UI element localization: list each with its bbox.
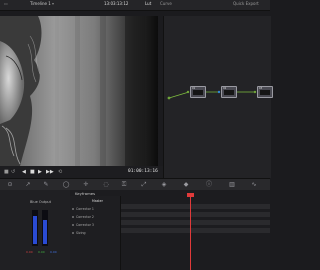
stop-button[interactable]: ■ — [30, 169, 35, 175]
key-icon[interactable]: ⚿ — [120, 181, 128, 189]
keyframe-track[interactable] — [121, 204, 270, 209]
viewer-timecode-top: 13:03:13:12 — [104, 1, 129, 6]
node-03[interactable]: 03 — [257, 86, 273, 98]
keyframe-track[interactable] — [121, 220, 270, 225]
previous-button[interactable]: ◀ — [22, 169, 26, 175]
stop-icon[interactable]: ■ — [4, 169, 9, 175]
window-icon[interactable]: ◯ — [62, 181, 70, 189]
repeat-icon[interactable]: ⟲ — [58, 169, 62, 175]
node-thumbnail — [193, 90, 203, 95]
info-icon[interactable]: ⓘ — [205, 181, 213, 189]
node-connections — [167, 90, 257, 100]
node-thumbnail — [260, 90, 270, 95]
playhead[interactable] — [190, 196, 191, 270]
output-panel: Blue Output 0.00 0.00 0.00 — [0, 190, 71, 270]
panel-title: Blue Output — [30, 200, 52, 204]
tab-lut[interactable]: Lut — [145, 1, 151, 6]
next-button[interactable]: ▶▶ — [46, 169, 54, 175]
list-item[interactable]: Corrector 2 — [72, 215, 94, 219]
keyframe-track[interactable] — [121, 228, 270, 233]
curves-icon[interactable]: ↗ — [24, 181, 32, 189]
node-02[interactable]: 02 — [221, 86, 237, 98]
value-blue: 0.00 — [50, 250, 57, 254]
play-button[interactable]: ▶ — [38, 169, 42, 175]
color-wheels-icon[interactable]: ⊙ — [6, 181, 14, 189]
top-bar: ▭ Timeline 1 ▾ 13:03:13:12 Lut Curve Qui… — [0, 0, 270, 11]
node-graph[interactable]: 01 02 03 — [163, 16, 273, 178]
waveform-icon[interactable]: ∿ — [250, 181, 258, 189]
tracker-icon[interactable]: ✛ — [82, 181, 90, 189]
list-item[interactable]: Corrector 3 — [72, 223, 94, 227]
sizing-icon[interactable]: ⤢ — [140, 181, 148, 189]
node-01[interactable]: 01 — [190, 86, 206, 98]
quick-export-button[interactable]: Quick Export — [233, 1, 259, 6]
meter-bar — [32, 210, 38, 246]
3d-icon[interactable]: ◈ — [160, 181, 168, 189]
scopes-icon[interactable]: ▥ — [228, 181, 236, 189]
value-green: 0.00 — [38, 250, 45, 254]
viewer-image — [0, 16, 158, 166]
keyframe-track[interactable] — [121, 212, 270, 217]
node-thumbnail — [224, 90, 234, 95]
master-row[interactable]: Master — [92, 199, 103, 203]
loop-icon[interactable]: ↺ — [11, 169, 15, 175]
playhead-handle[interactable] — [187, 193, 194, 197]
value-red: 0.00 — [26, 250, 33, 254]
tab-curve[interactable]: Curve — [160, 1, 172, 6]
chevron-down-icon[interactable]: ▾ — [52, 1, 54, 6]
timeline-name[interactable]: Timeline 1 — [30, 1, 51, 6]
keyframes-track-list: Master Corrector 1 Corrector 2 Corrector… — [70, 196, 121, 270]
viewer[interactable] — [0, 16, 158, 166]
list-item[interactable]: Sizing — [72, 231, 86, 235]
transport-bar: ■ ↺ ◀ ■ ▶ ▶▶ ⟲ 01:00:13:16 — [0, 166, 163, 178]
blur-icon[interactable]: ◌ — [102, 181, 110, 189]
keyframes-icon[interactable]: ◆ — [182, 181, 190, 189]
viewer-timecode: 01:00:13:16 — [128, 169, 158, 174]
meter-bar — [42, 210, 48, 246]
list-item[interactable]: Corrector 1 — [72, 207, 94, 211]
layout-icon[interactable]: ▭ — [4, 1, 8, 6]
qualifier-icon[interactable]: ✎ — [42, 181, 50, 189]
